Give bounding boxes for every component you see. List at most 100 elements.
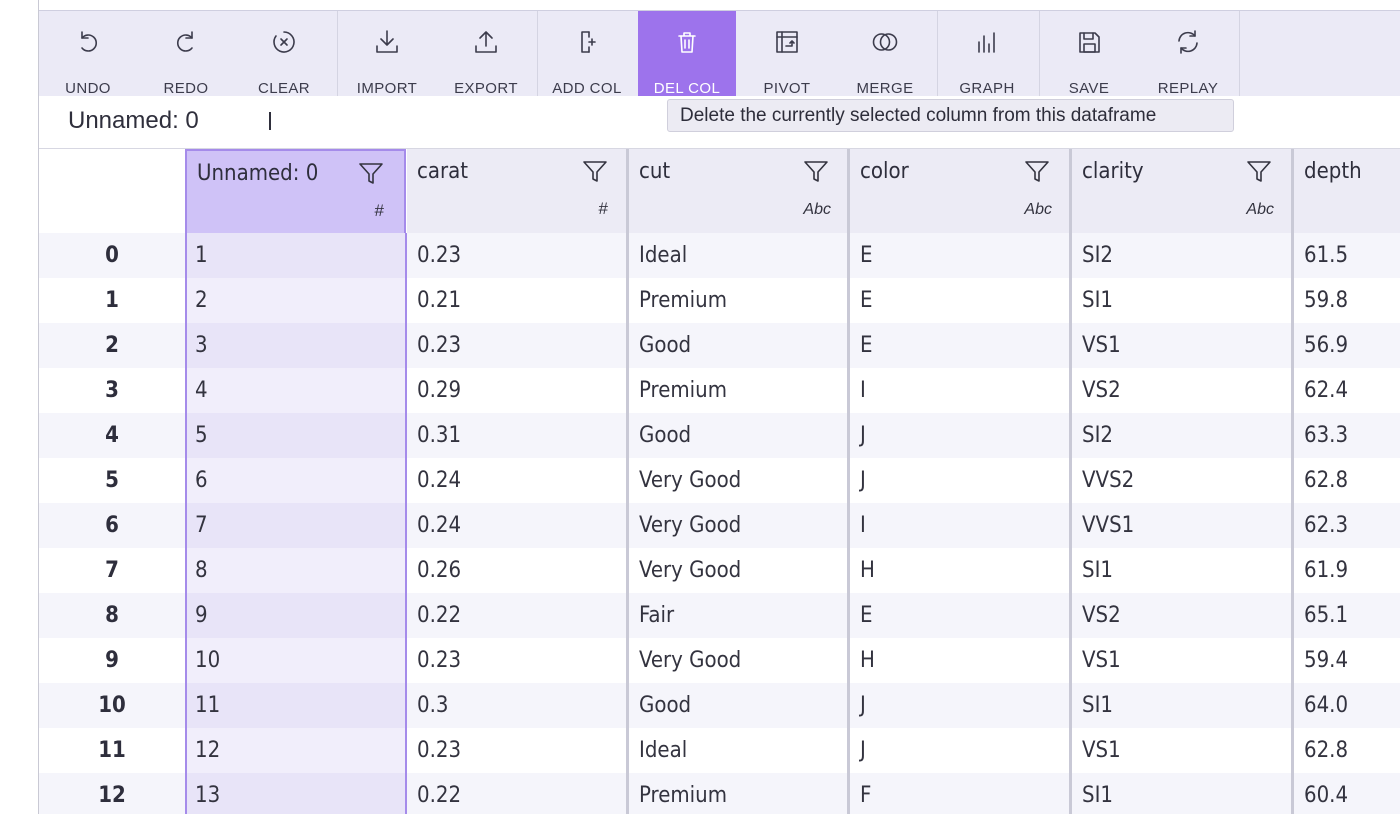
table-cell[interactable]: J (850, 458, 1069, 503)
table-cell[interactable]: H (850, 548, 1069, 593)
table-cell[interactable]: 62.4 (1294, 368, 1400, 413)
table-cell[interactable]: SI1 (1072, 278, 1291, 323)
column-header-color[interactable]: color Abc (850, 149, 1070, 233)
row-index[interactable]: 7 (39, 548, 185, 593)
table-cell[interactable]: 0.23 (407, 728, 626, 773)
table-cell[interactable]: J (850, 728, 1069, 773)
import-button[interactable]: IMPORT (338, 11, 436, 97)
table-cell[interactable]: 0.22 (407, 773, 626, 814)
table-cell[interactable]: VS1 (1072, 728, 1291, 773)
table-cell[interactable]: 0.31 (407, 413, 626, 458)
table-cell[interactable]: 8 (185, 548, 406, 593)
column-header-cut[interactable]: cut Abc (629, 149, 849, 233)
graph-button[interactable]: GRAPH (938, 11, 1036, 97)
table-cell[interactable]: VS1 (1072, 323, 1291, 368)
table-cell[interactable]: 1 (185, 233, 406, 278)
table-cell[interactable]: E (850, 233, 1069, 278)
column-header-carat[interactable]: carat # (407, 149, 628, 233)
table-cell[interactable]: Very Good (629, 638, 847, 683)
clear-button[interactable]: CLEAR (235, 11, 333, 97)
table-cell[interactable]: F (850, 773, 1069, 814)
table-cell[interactable]: Very Good (629, 548, 847, 593)
table-cell[interactable]: 56.9 (1294, 323, 1400, 368)
save-button[interactable]: SAVE (1040, 11, 1138, 97)
table-cell[interactable]: E (850, 593, 1069, 638)
table-cell[interactable]: 61.5 (1294, 233, 1400, 278)
table-cell[interactable]: 60.4 (1294, 773, 1400, 814)
table-cell[interactable]: Premium (629, 368, 847, 413)
table-cell[interactable]: Good (629, 323, 847, 368)
table-cell[interactable]: 7 (185, 503, 406, 548)
table-cell[interactable]: VS2 (1072, 593, 1291, 638)
table-cell[interactable]: 0.21 (407, 278, 626, 323)
delete-column-button[interactable]: DEL COL (638, 11, 736, 97)
table-cell[interactable]: I (850, 503, 1069, 548)
row-index[interactable]: 3 (39, 368, 185, 413)
row-index[interactable]: 9 (39, 638, 185, 683)
table-cell[interactable]: 65.1 (1294, 593, 1400, 638)
table-cell[interactable]: 62.3 (1294, 503, 1400, 548)
filter-icon[interactable] (1024, 159, 1050, 185)
table-cell[interactable]: 3 (185, 323, 406, 368)
table-cell[interactable]: J (850, 413, 1069, 458)
table-cell[interactable]: Premium (629, 773, 847, 814)
table-cell[interactable]: 0.3 (407, 683, 626, 728)
table-cell[interactable]: Fair (629, 593, 847, 638)
row-index[interactable]: 4 (39, 413, 185, 458)
table-cell[interactable]: 10 (185, 638, 406, 683)
table-cell[interactable]: SI2 (1072, 233, 1291, 278)
table-cell[interactable]: Premium (629, 278, 847, 323)
table-cell[interactable]: E (850, 323, 1069, 368)
table-cell[interactable]: 0.23 (407, 638, 626, 683)
column-header-clarity[interactable]: clarity Abc (1072, 149, 1292, 233)
table-cell[interactable]: 59.8 (1294, 278, 1400, 323)
table-cell[interactable]: 4 (185, 368, 406, 413)
table-cell[interactable]: 0.22 (407, 593, 626, 638)
table-cell[interactable]: VVS1 (1072, 503, 1291, 548)
row-index[interactable]: 1 (39, 278, 185, 323)
table-cell[interactable]: 11 (185, 683, 406, 728)
table-cell[interactable]: H (850, 638, 1069, 683)
table-cell[interactable]: 64.0 (1294, 683, 1400, 728)
pivot-button[interactable]: PIVOT (738, 11, 836, 97)
table-cell[interactable]: 62.8 (1294, 458, 1400, 503)
table-cell[interactable]: SI1 (1072, 773, 1291, 814)
table-cell[interactable]: I (850, 368, 1069, 413)
row-index[interactable]: 5 (39, 458, 185, 503)
table-cell[interactable]: Good (629, 413, 847, 458)
filter-icon[interactable] (582, 159, 608, 185)
filter-icon[interactable] (358, 161, 384, 187)
table-cell[interactable]: 61.9 (1294, 548, 1400, 593)
filter-icon[interactable] (1246, 159, 1272, 185)
table-cell[interactable]: Ideal (629, 728, 847, 773)
table-cell[interactable]: Good (629, 683, 847, 728)
table-cell[interactable]: 0.23 (407, 233, 626, 278)
table-cell[interactable]: Very Good (629, 458, 847, 503)
replay-button[interactable]: REPLAY (1139, 11, 1237, 97)
table-cell[interactable]: 0.23 (407, 323, 626, 368)
table-cell[interactable]: 12 (185, 728, 406, 773)
table-cell[interactable]: Ideal (629, 233, 847, 278)
table-cell[interactable]: 62.8 (1294, 728, 1400, 773)
row-index[interactable]: 0 (39, 233, 185, 278)
table-cell[interactable]: 0.24 (407, 503, 626, 548)
export-button[interactable]: EXPORT (437, 11, 535, 97)
add-column-button[interactable]: ADD COL (538, 11, 636, 97)
table-cell[interactable]: SI2 (1072, 413, 1291, 458)
table-cell[interactable]: 0.29 (407, 368, 626, 413)
table-cell[interactable]: 2 (185, 278, 406, 323)
filter-icon[interactable] (803, 159, 829, 185)
table-cell[interactable]: 13 (185, 773, 406, 814)
table-cell[interactable]: 0.26 (407, 548, 626, 593)
table-cell[interactable]: 5 (185, 413, 406, 458)
row-index[interactable]: 6 (39, 503, 185, 548)
table-cell[interactable]: Very Good (629, 503, 847, 548)
table-cell[interactable]: VS2 (1072, 368, 1291, 413)
table-cell[interactable]: E (850, 278, 1069, 323)
row-index[interactable]: 8 (39, 593, 185, 638)
column-header-depth[interactable]: depth (1294, 149, 1400, 233)
selected-column-name[interactable]: Unnamed: 0 (68, 107, 199, 135)
row-index[interactable]: 10 (39, 683, 185, 728)
table-cell[interactable]: 9 (185, 593, 406, 638)
table-cell[interactable]: SI1 (1072, 548, 1291, 593)
